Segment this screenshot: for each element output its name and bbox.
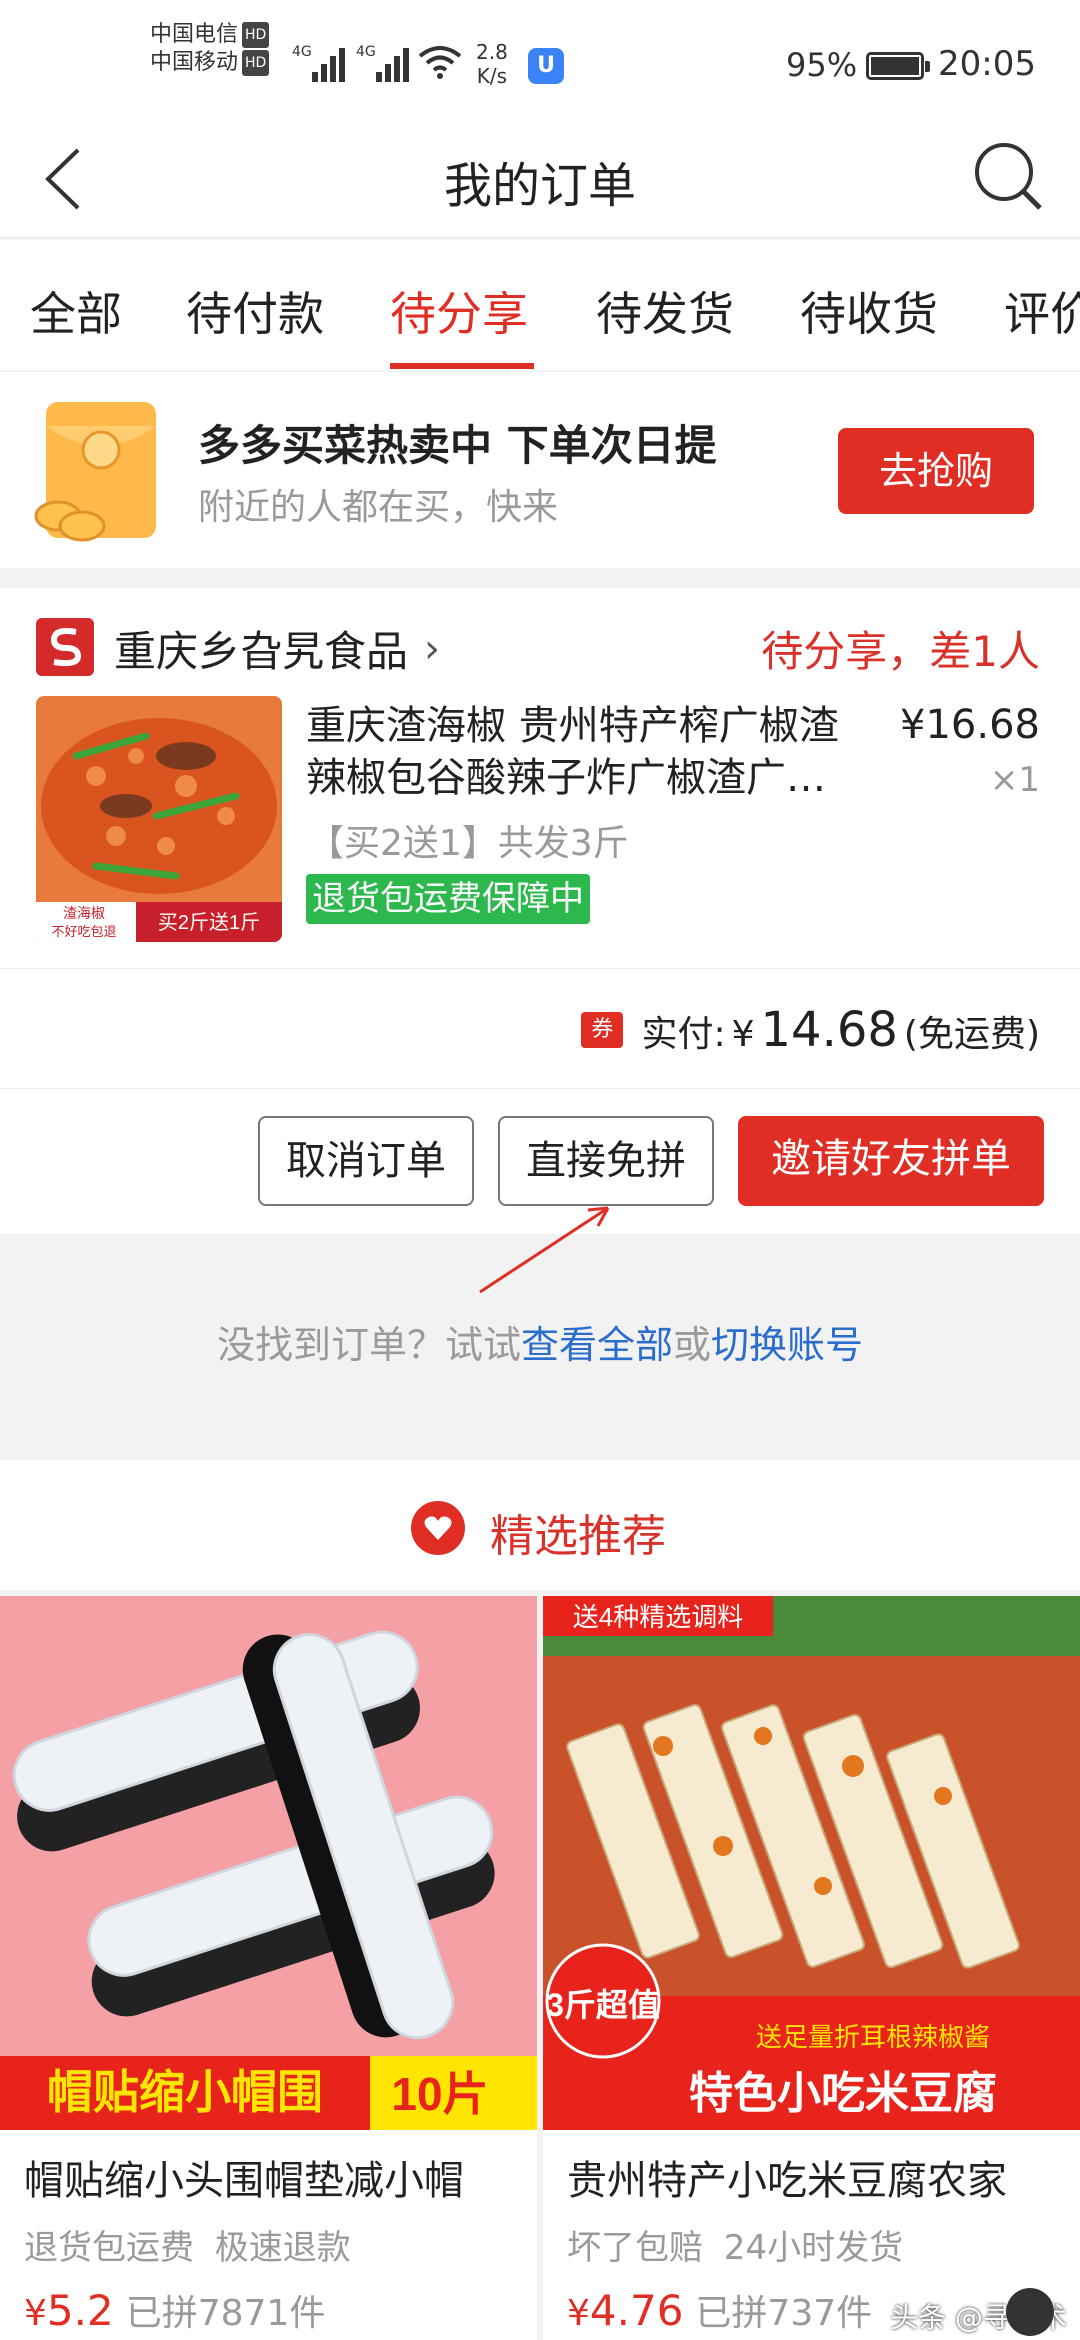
product-title[interactable]: 重庆渣海椒 贵州特产榨广椒渣辣椒包谷酸辣子炸广椒渣广… (306, 700, 874, 804)
cancel-order-button[interactable]: 取消订单 (258, 1116, 474, 1206)
svg-text:3斤超值: 3斤超值 (546, 1987, 660, 2023)
annotation-arrow-icon (479, 1206, 610, 1294)
product-price: ¥4.76 已拼737件 (567, 2286, 873, 2335)
return-guarantee-badge: 退货包运费保障中 (306, 874, 590, 924)
tab-pending-receipt[interactable]: 待收货 (800, 278, 938, 344)
search-icon[interactable] (970, 138, 1048, 216)
shop-name[interactable]: 重庆乡旮旯食品 (114, 618, 408, 679)
product-tags: 退货包运费 极速退款 (24, 2228, 351, 2268)
recommend-title: 精选推荐 (490, 1511, 666, 1562)
product-quantity: ×1 (989, 760, 1040, 800)
order-not-found-hint: 没找到订单？试试查看全部或切换账号 (216, 1323, 864, 1367)
shop-logo[interactable] (36, 618, 94, 676)
divider (0, 968, 1080, 969)
svg-text:买2斤送1斤: 买2斤送1斤 (158, 911, 260, 934)
clock: 20:05 (938, 44, 1036, 84)
recommend-card-2[interactable]: 送4种精选调料 3斤超值 送足量折耳根辣椒酱 特色小吃米豆腐 贵州特产小吃米豆腐… (543, 1596, 1080, 2340)
nav-header: 我的订单 (0, 120, 1080, 238)
carrier-1: 中国电信 HD (150, 22, 270, 48)
tab-pending-share[interactable]: 待分享 (390, 278, 528, 344)
divider (0, 1088, 1080, 1089)
battery-icon (866, 52, 930, 80)
promo-banner[interactable]: 多多买菜热卖中 下单次日提 附近的人都在买，快来 去抢购 (0, 372, 1080, 568)
recommend-header: 精选推荐 (0, 1460, 1080, 1590)
order-tabs: 全部 待付款 待分享 待发货 待收货 评价 (0, 240, 1080, 370)
order-card: 重庆乡旮旯食品 › 待分享，差1人 渣海椒 不好吃包退 买2斤送1斤 重庆渣海椒… (0, 588, 1080, 1234)
heart-icon (411, 1501, 465, 1555)
page-title: 我的订单 (443, 158, 636, 214)
network-speed: 2.8 K/s (476, 40, 508, 88)
avatar (1006, 2288, 1054, 2336)
chevron-right-icon[interactable]: › (424, 626, 440, 672)
product-price: ¥5.2 已拼7871件 (24, 2286, 326, 2335)
product-price: ¥16.68 (900, 702, 1040, 748)
status-bar: 中国电信 HD 中国移动 HD 4G 4G 2.8 K/s U 95% 20:05 (0, 0, 1080, 120)
svg-text:帽贴缩小帽围: 帽贴缩小帽围 (47, 2066, 323, 2118)
network-type-2: 4G (356, 44, 376, 60)
svg-text:送4种精选调料: 送4种精选调料 (573, 1602, 743, 1632)
view-all-link[interactable]: 查看全部 (521, 1323, 673, 1367)
product-image[interactable]: 渣海椒 不好吃包退 买2斤送1斤 (36, 696, 282, 942)
promo-title: 多多买菜热卖中 下单次日提 (198, 421, 717, 470)
invite-friends-button[interactable]: 邀请好友拼单 (738, 1116, 1044, 1206)
product-title[interactable]: 帽贴缩小头围帽垫减小帽 (24, 2148, 524, 2206)
wifi-icon (418, 46, 462, 79)
svg-text:渣海椒: 渣海椒 (63, 905, 105, 921)
coupon-icon: 券 (581, 1012, 624, 1048)
svg-text:送足量折耳根辣椒酱: 送足量折耳根辣椒酱 (756, 2022, 990, 2052)
paid-amount: 14.68 (760, 1002, 898, 1058)
product-tags: 坏了包赔 24小时发货 (567, 2228, 904, 2268)
svg-text:特色小吃米豆腐: 特色小吃米豆腐 (689, 2069, 997, 2118)
promo-subtitle: 附近的人都在买，快来 (198, 487, 559, 528)
svg-text:不好吃包退: 不好吃包退 (51, 924, 116, 939)
tab-pending-payment[interactable]: 待付款 (186, 278, 324, 344)
product-title[interactable]: 贵州特产小吃米豆腐农家 (567, 2148, 1067, 2206)
paid-label: 实付: (641, 1014, 726, 1055)
payment-summary: 券 实付: ¥ 14.68 (免运费) (581, 1002, 1040, 1058)
direct-no-group-button[interactable]: 直接免拼 (498, 1116, 714, 1206)
switch-account-link[interactable]: 切换账号 (711, 1323, 863, 1367)
paid-currency: ¥ (731, 1014, 755, 1055)
tab-review[interactable]: 评价 (1004, 278, 1080, 344)
order-status: 待分享，差1人 (761, 627, 1040, 676)
tab-pending-shipment[interactable]: 待发货 (596, 278, 734, 344)
active-tab-indicator (390, 363, 534, 369)
signal-icon-2 (376, 46, 410, 82)
carrier-2: 中国移动 HD (150, 50, 270, 76)
promo-grab-button[interactable]: 去抢购 (838, 428, 1034, 514)
shipping-note: (免运费) (903, 1014, 1040, 1055)
signal-icon (312, 46, 346, 82)
hat-pad-product-image[interactable]: 帽贴缩小帽围 10片 (0, 1596, 537, 2130)
svg-text:10片: 10片 (391, 2068, 488, 2120)
tab-all[interactable]: 全部 (30, 278, 122, 344)
rice-tofu-product-image[interactable]: 送4种精选调料 3斤超值 送足量折耳根辣椒酱 特色小吃米豆腐 (543, 1596, 1080, 2130)
battery-percent: 95% (786, 46, 858, 84)
product-spec: 【买2送1】共发3斤 (308, 823, 629, 864)
app-notification-icon: U (528, 48, 564, 84)
recommend-card-1[interactable]: 帽贴缩小帽围 10片 帽贴缩小头围帽垫减小帽 退货包运费 极速退款 ¥5.2 已拼… (0, 1596, 537, 2340)
network-type-1: 4G (292, 44, 312, 60)
red-envelope-coin-icon (34, 402, 156, 542)
